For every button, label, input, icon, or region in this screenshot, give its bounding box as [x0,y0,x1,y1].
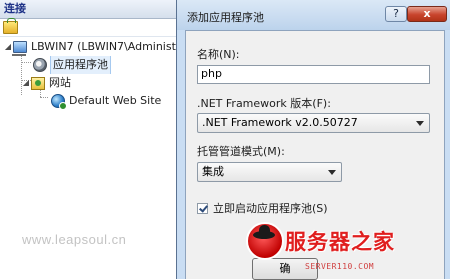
pipeline-select[interactable]: 集成 [197,162,342,182]
brand-domain-watermark: SERVER110.COM [305,262,375,271]
brand-watermark: 服务器之家 [285,230,395,254]
ok-button-label: 确 [279,262,291,275]
autostart-label: 立即启动应用程序池(S) [213,202,328,215]
close-button[interactable]: x [407,6,447,22]
tree-item-server[interactable]: ◢ LBWIN7 (LBWIN7\Administ [0,38,176,56]
pipeline-label: 托管管道模式(M): [197,145,285,158]
tree-item-server-label: LBWIN7 (LBWIN7\Administ [31,40,176,53]
tree-item-app-pools-label: 应用程序池 [50,56,111,74]
name-field[interactable]: php [197,65,430,84]
tree-item-app-pools[interactable]: 应用程序池 [0,56,176,74]
collapse-icon[interactable]: ◢ [21,74,31,92]
autostart-checkbox[interactable] [197,202,208,214]
connections-tree: ◢ LBWIN7 (LBWIN7\Administ 应用程序池 ◢ 网站 Def… [0,38,176,110]
name-label: 名称(N): [197,48,240,61]
sites-folder-icon [31,76,45,90]
help-button[interactable]: ? [385,6,407,22]
chevron-down-icon [416,121,424,126]
brand-logo [246,222,284,260]
site-watermark: www.leapsoul.cn [22,232,127,247]
dialog-titlebar[interactable]: 添加应用程序池 ? x [177,0,450,30]
tree-item-default-site[interactable]: Default Web Site [0,92,176,110]
tree-item-default-site-label: Default Web Site [69,94,162,107]
connections-header: 连接 [0,0,176,19]
tree-item-sites-label: 网站 [49,76,71,89]
connect-icon[interactable] [3,18,18,34]
framework-select-value: .NET Framework v2.0.50727 [202,116,358,129]
computer-icon [12,41,27,56]
chevron-down-icon [328,170,336,175]
tree-item-sites[interactable]: ◢ 网站 [0,74,176,92]
website-globe-icon [51,94,67,110]
pipeline-select-value: 集成 [202,165,224,178]
connections-toolbar [0,18,176,37]
framework-select[interactable]: .NET Framework v2.0.50727 [197,113,430,133]
app-pool-icon [33,58,47,72]
framework-label: .NET Framework 版本(F): [197,97,331,110]
autostart-option[interactable]: 立即启动应用程序池(S) [197,200,328,216]
connections-pane: 连接 ◢ LBWIN7 (LBWIN7\Administ 应用程序池 ◢ 网站 … [0,0,177,279]
dialog-title: 添加应用程序池 [187,11,264,24]
